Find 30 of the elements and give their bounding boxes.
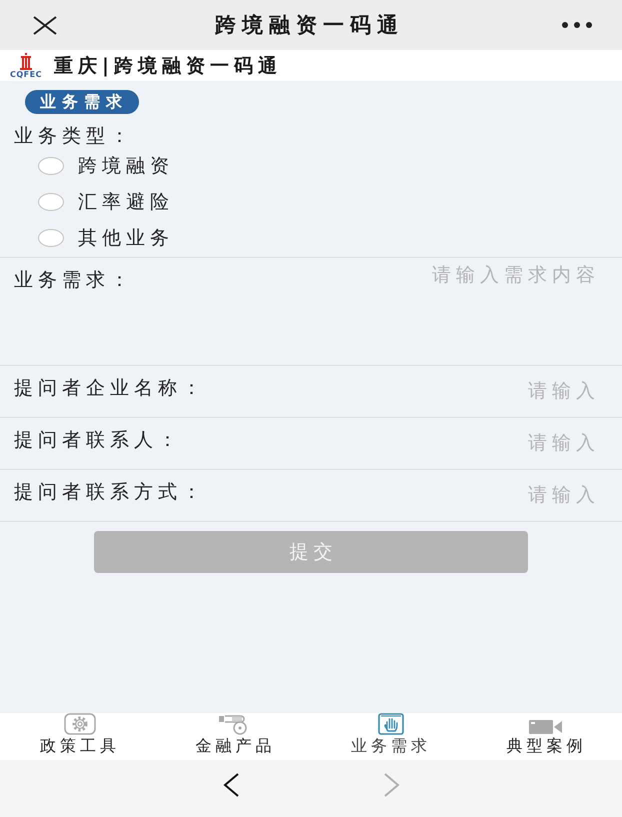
field-label: 业务类型：	[14, 124, 134, 148]
input-field[interactable]: 请输入	[206, 378, 600, 404]
section-badge: 业务需求	[25, 90, 139, 114]
tab-button[interactable]: 典型案例	[466, 713, 622, 760]
page-heading: 重庆|跨境融资一码通	[54, 54, 282, 78]
radio-label[interactable]: 其他业务	[78, 225, 174, 251]
window-title: 跨境融资一码通	[214, 12, 405, 39]
logo-text: CQFEC	[10, 70, 42, 78]
field-label: 业务需求：	[14, 268, 134, 292]
close-icon[interactable]	[33, 16, 57, 34]
field-label: 提问者联系方式：	[14, 480, 206, 504]
building-logo-icon	[19, 52, 33, 70]
tab-button[interactable]: 金融产品	[156, 713, 311, 760]
back-icon[interactable]	[222, 773, 238, 797]
input-field[interactable]: 请输入	[206, 482, 600, 508]
hand-icon	[378, 713, 404, 735]
input-field[interactable]: 请输入	[182, 430, 600, 456]
field-label: 提问者联系人：	[14, 428, 182, 452]
radio-button[interactable]	[38, 157, 64, 175]
tab-button[interactable]: 业务需求	[311, 713, 466, 760]
more-icon[interactable]	[562, 22, 592, 28]
video-camera-icon	[529, 719, 564, 735]
radio-button[interactable]	[38, 229, 64, 247]
radio-label[interactable]: 跨境融资	[78, 153, 174, 179]
radio-button[interactable]	[38, 193, 64, 211]
field-label: 提问者企业名称：	[14, 376, 206, 400]
textarea-field[interactable]: 请输入需求内容	[134, 262, 600, 352]
radio-label[interactable]: 汇率避险	[78, 189, 174, 215]
tab-button[interactable]: 政策工具	[0, 713, 156, 760]
gear-icon	[64, 713, 96, 735]
